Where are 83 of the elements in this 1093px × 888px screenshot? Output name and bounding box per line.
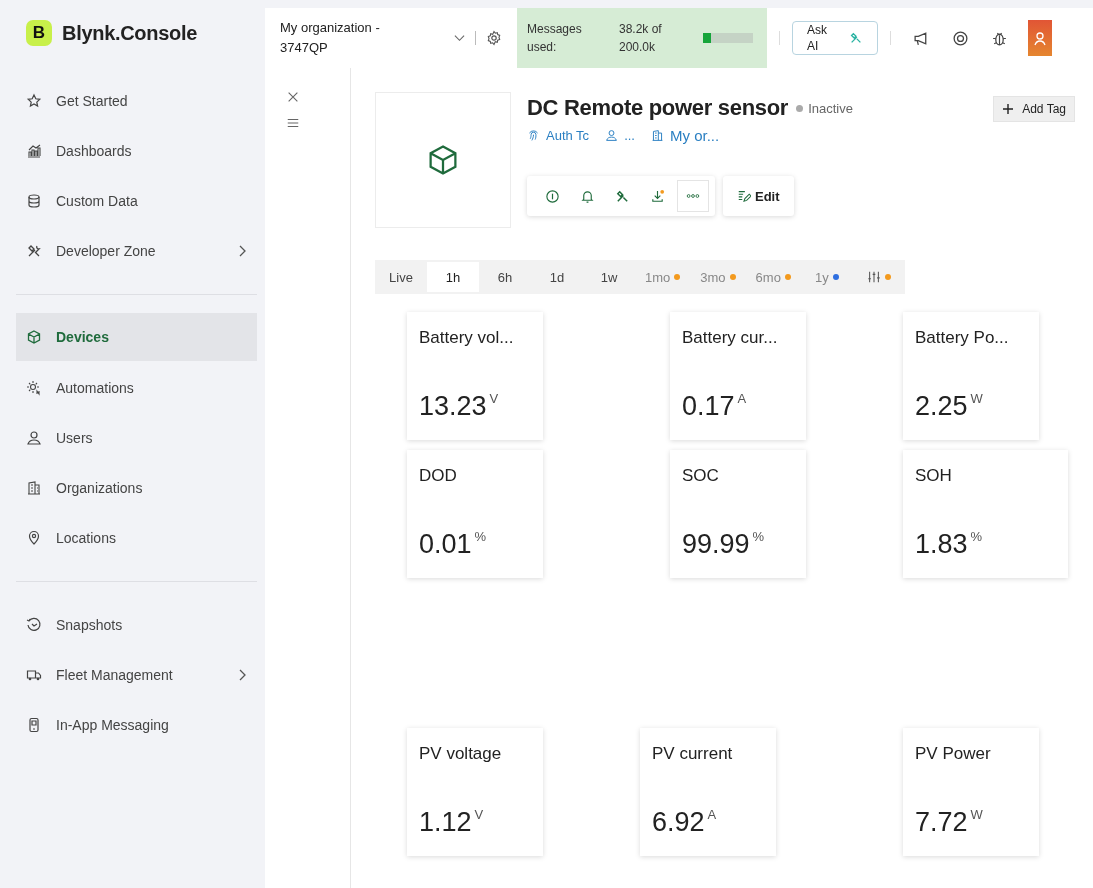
- time-range-tab[interactable]: 1w: [583, 262, 635, 292]
- widget-value: 7.72: [915, 807, 968, 838]
- sidebar-item[interactable]: Get Started: [16, 76, 257, 126]
- sun-icon: [26, 380, 42, 396]
- building-icon: [650, 129, 664, 142]
- clock-icon: [26, 617, 42, 633]
- fingerprint-icon: [527, 129, 540, 142]
- widget-unit: %: [970, 529, 983, 544]
- sidebar-item[interactable]: In-App Messaging: [16, 700, 257, 750]
- auth-token-link[interactable]: Auth Tc: [546, 128, 590, 143]
- cube-icon: [26, 329, 42, 345]
- widget-value: 1.83: [915, 529, 968, 560]
- widget-unit: A: [707, 807, 717, 822]
- widget-unit: W: [970, 807, 983, 822]
- chart-icon: [26, 143, 42, 159]
- tools-icon: [26, 243, 42, 259]
- database-icon: [26, 193, 42, 209]
- widget-unit: W: [970, 391, 983, 406]
- caret-icon: [454, 34, 465, 42]
- organization-selector[interactable]: My organization - 3747QP: [265, 18, 517, 58]
- widget-value: 0.01: [419, 529, 472, 560]
- widget-unit: A: [737, 391, 747, 406]
- phone-icon: [26, 717, 42, 733]
- edit-icon: [737, 189, 751, 203]
- sidebar-item[interactable]: Automations: [16, 363, 257, 413]
- sidebar-item[interactable]: Custom Data: [16, 176, 257, 226]
- widget-unit: V: [489, 391, 499, 406]
- widget-unit: V: [474, 807, 484, 822]
- widget-title: Battery cur...: [682, 328, 779, 348]
- user-icon: [26, 430, 42, 446]
- owner-link[interactable]: ...: [624, 128, 635, 143]
- messages-value: 38.2k of 200.0k: [619, 21, 663, 56]
- sidebar-item[interactable]: Devices: [16, 313, 257, 361]
- avatar[interactable]: [1028, 20, 1052, 56]
- widget-value: 13.23: [419, 391, 487, 422]
- sidebar-item[interactable]: Organizations: [16, 463, 257, 513]
- messages-label: Messages used:: [527, 21, 583, 56]
- widget-title: SOC: [682, 466, 720, 486]
- widget-value: 99.99: [682, 529, 750, 560]
- sliders-icon: [866, 270, 881, 284]
- widget-title: PV current: [652, 744, 734, 764]
- add-tag-button[interactable]: Add Tag: [993, 96, 1075, 122]
- widget-value: 1.12: [419, 807, 472, 838]
- edit-button[interactable]: Edit: [723, 176, 794, 216]
- widget-unit: %: [752, 529, 765, 544]
- time-range-tab[interactable]: Live: [375, 262, 427, 292]
- organization-link[interactable]: My or...: [669, 127, 720, 144]
- device-title: DC Remote power sensor: [527, 95, 789, 121]
- lifebuoy-icon[interactable]: [952, 29, 969, 47]
- sidebar-item[interactable]: Developer Zone: [16, 226, 257, 276]
- widget-unit: %: [474, 529, 487, 544]
- sidebar-item[interactable]: Locations: [16, 513, 257, 563]
- tools-icon: [849, 31, 863, 45]
- time-range-tab[interactable]: 1h: [427, 262, 479, 292]
- app-title: Blynk.Console: [62, 21, 198, 45]
- pin-icon: [26, 530, 42, 546]
- widget-title: PV voltage: [419, 744, 503, 764]
- widget-title: SOH: [915, 466, 953, 486]
- building-icon: [26, 480, 42, 496]
- widget-title: Battery Po...: [915, 328, 1010, 348]
- user-icon: [605, 129, 619, 142]
- widget-value: 0.17: [682, 391, 735, 422]
- more-icon: [686, 193, 700, 199]
- logo-badge: B: [26, 20, 52, 46]
- truck-icon: [26, 667, 42, 683]
- widget-value: 6.92: [652, 807, 705, 838]
- sidebar-item[interactable]: Dashboards: [16, 126, 257, 176]
- menu-icon[interactable]: [285, 116, 300, 130]
- star-icon: [26, 93, 42, 109]
- ask-ai-button[interactable]: Ask AI: [792, 21, 878, 55]
- widget-value: 2.25: [915, 391, 968, 422]
- sidebar-item[interactable]: Fleet Management: [16, 650, 257, 700]
- sidebar-item[interactable]: Users: [16, 413, 257, 463]
- person-icon: [1032, 30, 1048, 46]
- widget-title: PV Power: [915, 744, 992, 764]
- time-range-tab[interactable]: 1d: [531, 262, 583, 292]
- device-status: Inactive: [808, 100, 853, 116]
- widget-title: Battery vol...: [419, 328, 515, 348]
- settings-icon[interactable]: [486, 30, 502, 46]
- widget-title: DOD: [419, 466, 458, 486]
- time-range-tab[interactable]: 6h: [479, 262, 531, 292]
- plus-icon: [1002, 103, 1015, 115]
- sidebar-item[interactable]: Snapshots: [16, 600, 257, 650]
